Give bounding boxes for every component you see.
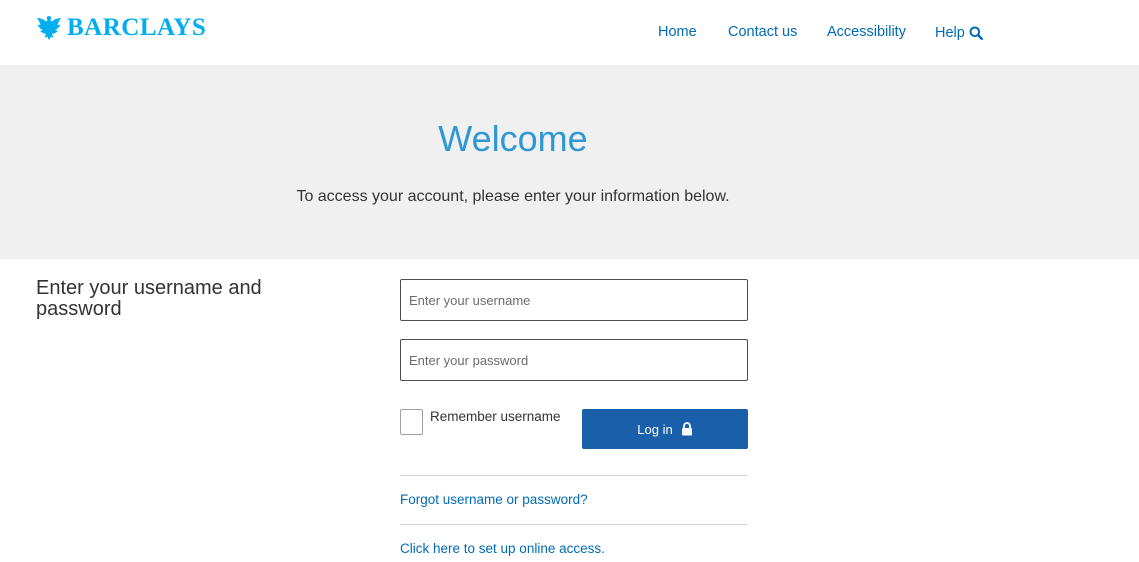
welcome-banner: Welcome To access your account, please e… [0,65,1139,259]
login-section-title: Enter your username and password [36,277,262,320]
nav-help-label: Help [935,25,965,41]
forgot-credentials-link[interactable]: Forgot username or password? [400,491,588,509]
lock-icon [681,422,692,436]
search-icon [969,26,983,40]
remember-username-checkbox[interactable] [400,409,423,435]
nav-contact-link[interactable]: Contact us [728,22,797,42]
login-button-label: Log in [637,421,673,437]
nav-accessibility-link[interactable]: Accessibility [827,22,906,42]
setup-online-access-link[interactable]: Click here to set up online access. [400,540,605,558]
nav-help-link[interactable]: Help [935,23,983,43]
site-header: BARCLAYS Home Contact us Accessibility H… [0,0,1139,65]
top-nav: Home Contact us Accessibility Help [0,22,1139,42]
login-button[interactable]: Log in [582,409,748,449]
username-input[interactable] [400,279,748,321]
password-input[interactable] [400,339,748,381]
remember-username[interactable]: Remember username [400,409,561,435]
remember-username-label: Remember username [430,409,561,424]
page-title: Welcome [438,118,588,159]
page-subtitle: To access your account, please enter you… [296,188,730,205]
divider [400,475,748,476]
nav-home-link[interactable]: Home [658,22,697,42]
divider [400,524,748,525]
